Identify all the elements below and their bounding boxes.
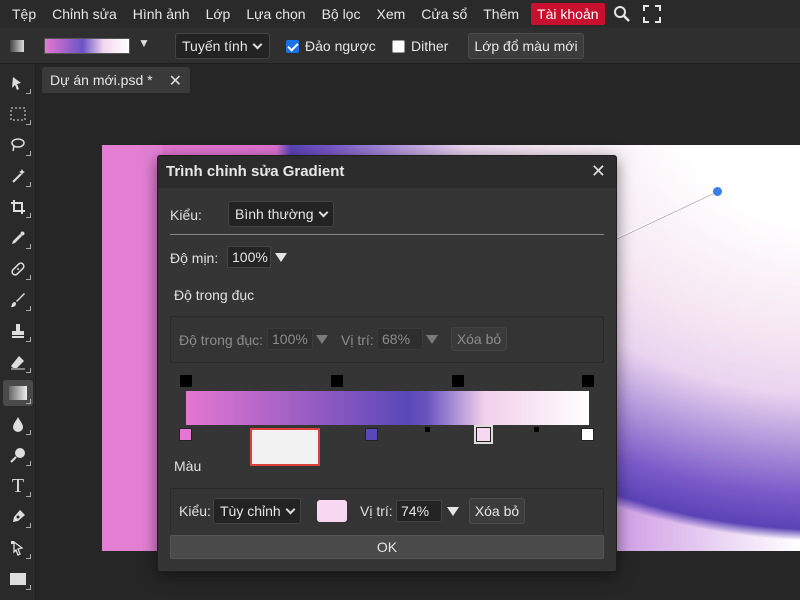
selected-color-preview[interactable] (250, 428, 320, 466)
gradient-kind-select[interactable]: Bình thường (228, 201, 334, 227)
opacity-stop[interactable] (452, 375, 464, 387)
dialog-header: Trình chỉnh sửa Gradient ✕ (158, 156, 616, 188)
opacity-label: Độ trong đục: (179, 332, 264, 348)
gradient-type-label: Kiểu: (170, 207, 202, 223)
color-position-input[interactable]: 74% (396, 500, 442, 522)
gradient-end-handle[interactable] (713, 187, 722, 196)
gradient-editor-dialog: Trình chỉnh sửa Gradient ✕ Kiểu: Bình th… (157, 155, 617, 572)
opacity-stop[interactable] (582, 375, 594, 387)
opacity-dropdown-icon[interactable] (316, 335, 328, 344)
opacity-stop[interactable] (180, 375, 192, 387)
color-delete-button[interactable]: Xóa bỏ (469, 498, 525, 524)
close-icon[interactable]: ✕ (591, 161, 606, 182)
opacity-position-dropdown-icon[interactable] (426, 335, 438, 344)
color-position-dropdown-icon[interactable] (447, 507, 459, 516)
opacity-input[interactable]: 100% (267, 328, 313, 350)
color-position-label: Vị trí: (360, 503, 393, 519)
color-type-value: Tùy chỉnh (220, 503, 281, 519)
gradient-bar[interactable] (186, 391, 589, 425)
opacity-stop[interactable] (331, 375, 343, 387)
ok-button[interactable]: OK (170, 535, 604, 559)
opacity-position-label: Vị trí: (341, 332, 374, 348)
opacity-stop-group: Độ trong đục: 100% Vị trí: 68% Xóa bỏ (170, 316, 604, 363)
chevron-down-icon (318, 207, 328, 217)
divider (170, 234, 604, 235)
opacity-delete-button[interactable]: Xóa bỏ (451, 327, 507, 351)
smoothness-label: Độ mịn: (170, 250, 219, 266)
gradient-kind-value: Bình thường (235, 206, 314, 222)
color-stop-group: Kiểu: Tùy chỉnh Vị trí: 74% Xóa bỏ (170, 488, 604, 534)
color-stop[interactable] (581, 428, 594, 441)
chevron-down-icon (285, 504, 296, 514)
color-stop[interactable] (365, 428, 378, 441)
color-type-label: Kiểu: (179, 503, 211, 519)
color-picker-swatch[interactable] (317, 500, 347, 522)
dialog-title: Trình chỉnh sửa Gradient (166, 163, 345, 180)
color-stop-selected[interactable] (474, 425, 493, 444)
smoothness-input[interactable]: 100% (227, 246, 271, 268)
opacity-position-input[interactable]: 68% (377, 328, 423, 350)
midpoint-marker[interactable] (425, 427, 430, 432)
color-section-label: Màu (174, 458, 202, 474)
opacity-section-label: Độ trong đục (174, 287, 255, 303)
color-stop[interactable] (179, 428, 192, 441)
smoothness-dropdown-icon[interactable] (275, 253, 287, 262)
color-type-select[interactable]: Tùy chỉnh (213, 498, 301, 524)
midpoint-marker[interactable] (534, 427, 539, 432)
